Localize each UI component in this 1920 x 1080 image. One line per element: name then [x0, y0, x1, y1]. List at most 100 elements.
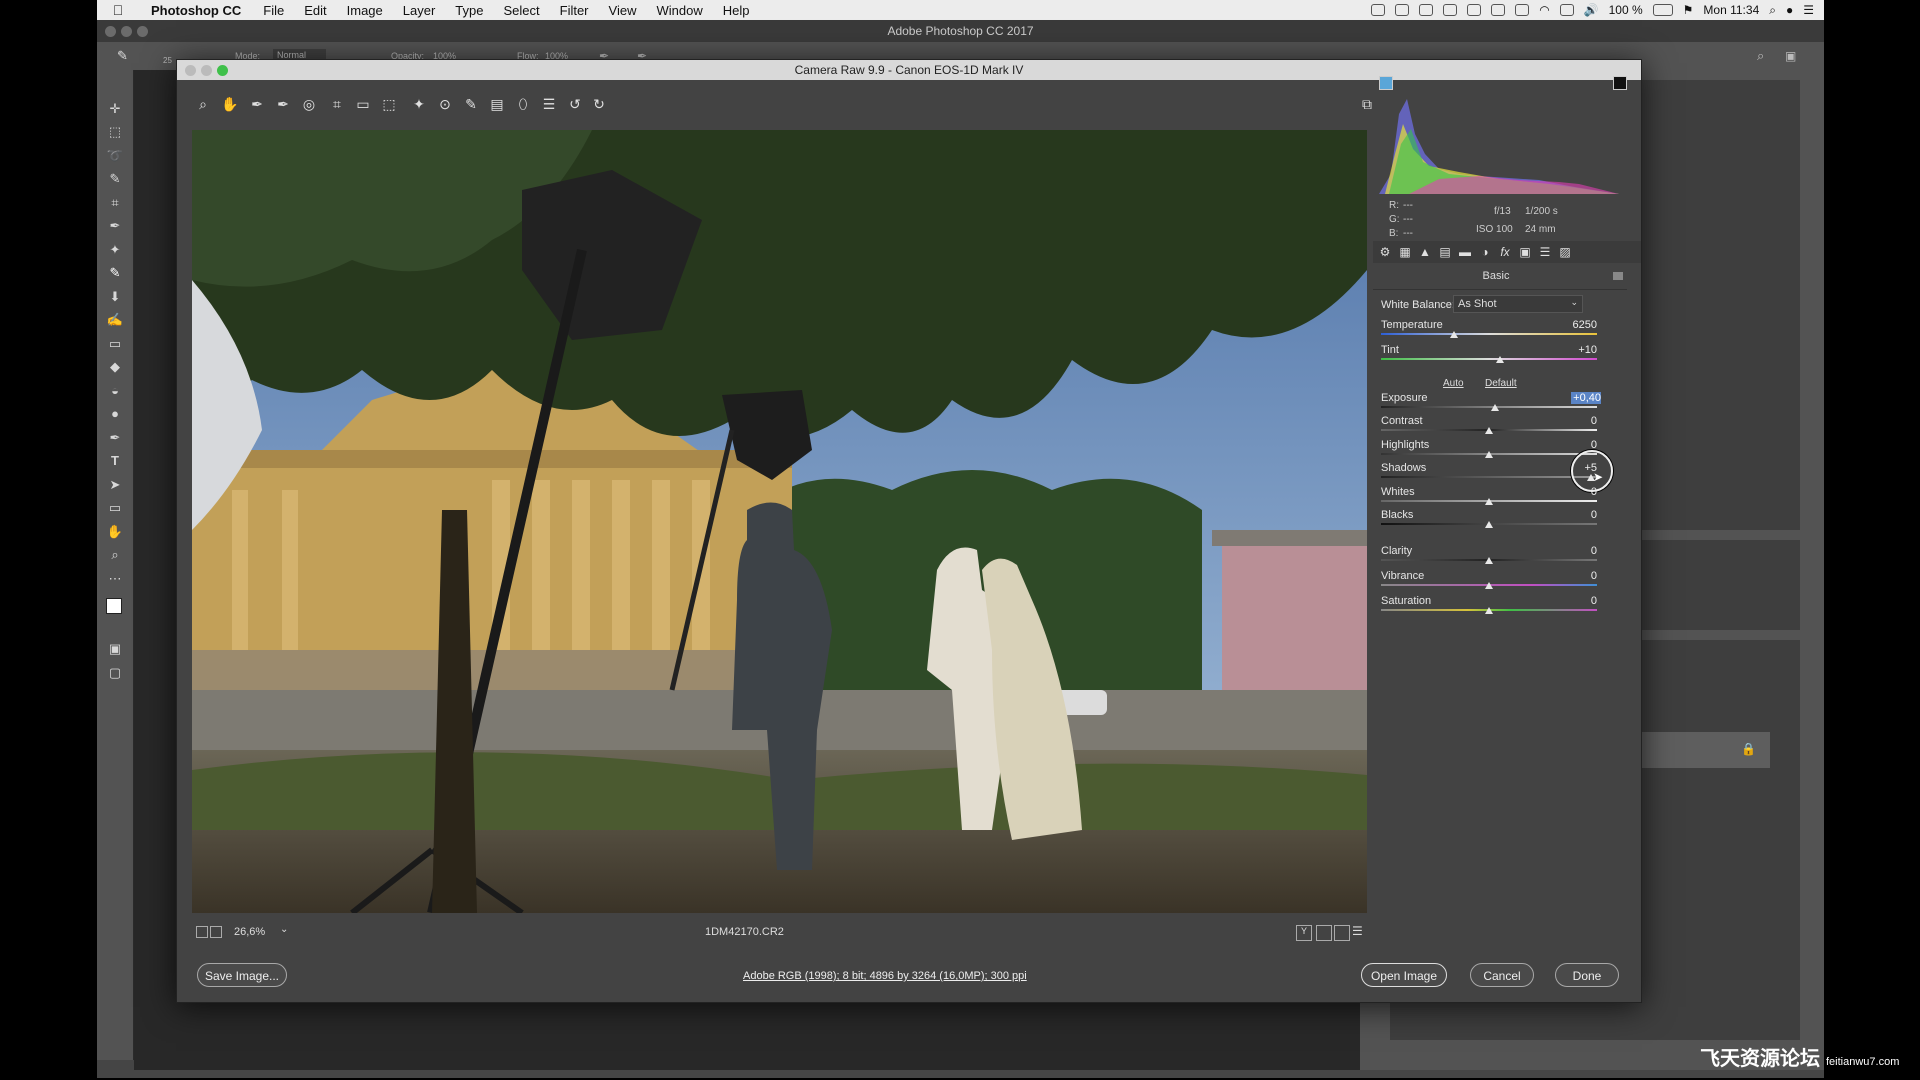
white-balance-icon[interactable]: ✒: [249, 96, 265, 112]
workspace-icon[interactable]: ▣: [1785, 49, 1796, 63]
saturation-value[interactable]: 0: [1547, 595, 1597, 607]
blacks-slider[interactable]: Blacks 0: [1381, 509, 1617, 535]
auto-link[interactable]: Auto: [1443, 378, 1464, 389]
temperature-value[interactable]: 6250: [1547, 319, 1597, 331]
exposure-thumb[interactable]: [1491, 404, 1500, 411]
tab-lens-icon[interactable]: ◑: [1477, 244, 1493, 260]
cloud-icon[interactable]: [1467, 4, 1482, 16]
before-after-y-icon[interactable]: Y: [1296, 925, 1312, 941]
saturation-slider[interactable]: Saturation 0: [1381, 595, 1617, 621]
targeted-adjustment-icon[interactable]: ◎: [301, 96, 317, 112]
spot-removal-icon[interactable]: ✦: [411, 96, 427, 112]
window-zoom-button[interactable]: [137, 26, 148, 37]
whites-value[interactable]: 0: [1547, 486, 1597, 498]
dodge-tool-icon[interactable]: ◒: [106, 382, 124, 400]
vibrance-thumb[interactable]: [1485, 582, 1493, 589]
graduated-filter-icon[interactable]: ▤: [489, 96, 505, 112]
bluetooth-icon[interactable]: [1515, 4, 1530, 16]
dialog-minimize-button[interactable]: [201, 65, 212, 76]
type-tool-icon[interactable]: T: [106, 452, 124, 470]
straighten-icon[interactable]: ▭: [355, 96, 371, 112]
quick-mask-icon[interactable]: ▣: [106, 640, 124, 658]
tint-slider[interactable]: Tint +10: [1381, 344, 1617, 370]
radial-filter-icon[interactable]: ⬯: [515, 96, 531, 112]
exposure-value[interactable]: +0,40: [1571, 392, 1601, 404]
color-sampler-icon[interactable]: ✒: [275, 96, 291, 112]
preferences-icon[interactable]: ☰: [541, 96, 557, 112]
temperature-thumb[interactable]: [1450, 331, 1459, 338]
whites-thumb[interactable]: [1485, 498, 1493, 505]
path-select-tool-icon[interactable]: ➤: [106, 476, 124, 494]
marquee-tool-icon[interactable]: ⬚: [106, 123, 124, 141]
hand-tool-icon[interactable]: ✋: [106, 523, 124, 541]
notification-center-icon[interactable]: ☰: [1803, 3, 1814, 17]
menu-window[interactable]: Window: [646, 3, 712, 18]
tint-track[interactable]: [1381, 358, 1597, 360]
menu-file[interactable]: File: [253, 3, 294, 18]
spotlight-icon[interactable]: ⌕: [1769, 3, 1776, 18]
adjustment-brush-icon[interactable]: ✎: [463, 96, 479, 112]
dialog-close-button[interactable]: [185, 65, 196, 76]
history-brush-tool-icon[interactable]: ✍: [106, 311, 124, 329]
menu-select[interactable]: Select: [493, 3, 549, 18]
clarity-thumb[interactable]: [1485, 557, 1493, 564]
battery-icon[interactable]: [1652, 4, 1673, 16]
wifi-icon[interactable]: ◠: [1539, 3, 1549, 17]
zoom-level-select[interactable]: 26,6%: [234, 926, 265, 938]
siri-icon[interactable]: ●: [1786, 3, 1793, 17]
contrast-value[interactable]: 0: [1547, 415, 1597, 427]
saturation-thumb[interactable]: [1485, 607, 1493, 614]
dropbox-icon[interactable]: [1419, 4, 1434, 16]
crop-tool-icon[interactable]: ⌗: [106, 194, 124, 212]
tab-split-toning-icon[interactable]: ▬: [1457, 244, 1473, 260]
paint-bucket-tool-icon[interactable]: ◆: [106, 358, 124, 376]
exposure-track[interactable]: [1381, 406, 1597, 408]
zoom-in-button[interactable]: [210, 926, 222, 938]
temperature-slider[interactable]: Temperature 6250: [1381, 319, 1617, 345]
rotate-ccw-icon[interactable]: ↺: [567, 96, 583, 112]
crop-icon[interactable]: ⌗: [329, 96, 345, 112]
rotate-cw-icon[interactable]: ↻: [591, 96, 607, 112]
done-button[interactable]: Done: [1555, 963, 1619, 987]
image-preview[interactable]: [192, 130, 1367, 913]
zoom-dropdown-icon[interactable]: ⌄: [280, 924, 288, 935]
shadow-clipping-warning-icon[interactable]: [1379, 76, 1393, 90]
menu-type[interactable]: Type: [445, 3, 493, 18]
move-tool-icon[interactable]: ✛: [106, 100, 124, 118]
red-eye-icon[interactable]: ⊙: [437, 96, 453, 112]
eraser-tool-icon[interactable]: ▭: [106, 335, 124, 353]
temperature-track[interactable]: [1381, 333, 1597, 335]
default-link[interactable]: Default: [1485, 378, 1517, 389]
window-minimize-button[interactable]: [121, 26, 132, 37]
menu-clock[interactable]: Mon 11:34: [1703, 3, 1759, 17]
tab-snapshots-icon[interactable]: ▨: [1557, 244, 1573, 260]
creative-cloud-icon[interactable]: [1395, 4, 1410, 16]
tab-detail-icon[interactable]: ▲: [1417, 244, 1433, 260]
zoom-icon[interactable]: ⌕: [195, 96, 211, 112]
menu-edit[interactable]: Edit: [294, 3, 336, 18]
time-machine-icon[interactable]: [1491, 4, 1506, 16]
toggle-settings-icon[interactable]: ☰: [1352, 924, 1363, 938]
panel-menu-icon[interactable]: [1613, 272, 1623, 280]
shape-tool-icon[interactable]: ▭: [106, 499, 124, 517]
tab-basic-icon[interactable]: ⚙: [1377, 244, 1393, 260]
window-close-button[interactable]: [105, 26, 116, 37]
vibrance-value[interactable]: 0: [1547, 570, 1597, 582]
blacks-value[interactable]: 0: [1547, 509, 1597, 521]
tab-camera-calibration-icon[interactable]: ▣: [1517, 244, 1533, 260]
clarity-value[interactable]: 0: [1547, 545, 1597, 557]
foreground-color-swatch[interactable]: [106, 598, 122, 614]
lasso-tool-icon[interactable]: ➰: [106, 147, 124, 165]
record-icon[interactable]: [1371, 4, 1386, 16]
drive-icon[interactable]: [1443, 4, 1458, 16]
zoom-tool-icon[interactable]: ⌕: [106, 546, 124, 564]
search-icon[interactable]: ⌕: [1757, 48, 1764, 64]
stamp-tool-icon[interactable]: ⬇: [106, 288, 124, 306]
pen-tool-icon[interactable]: ✒: [106, 429, 124, 447]
shadows-track[interactable]: [1381, 476, 1597, 478]
transform-icon[interactable]: ⬚: [381, 96, 397, 112]
contrast-slider[interactable]: Contrast 0: [1381, 415, 1617, 441]
tab-hsl-icon[interactable]: ▤: [1437, 244, 1453, 260]
highlight-clipping-warning-icon[interactable]: [1613, 76, 1627, 90]
white-balance-select[interactable]: As Shot ⌄: [1453, 295, 1583, 313]
